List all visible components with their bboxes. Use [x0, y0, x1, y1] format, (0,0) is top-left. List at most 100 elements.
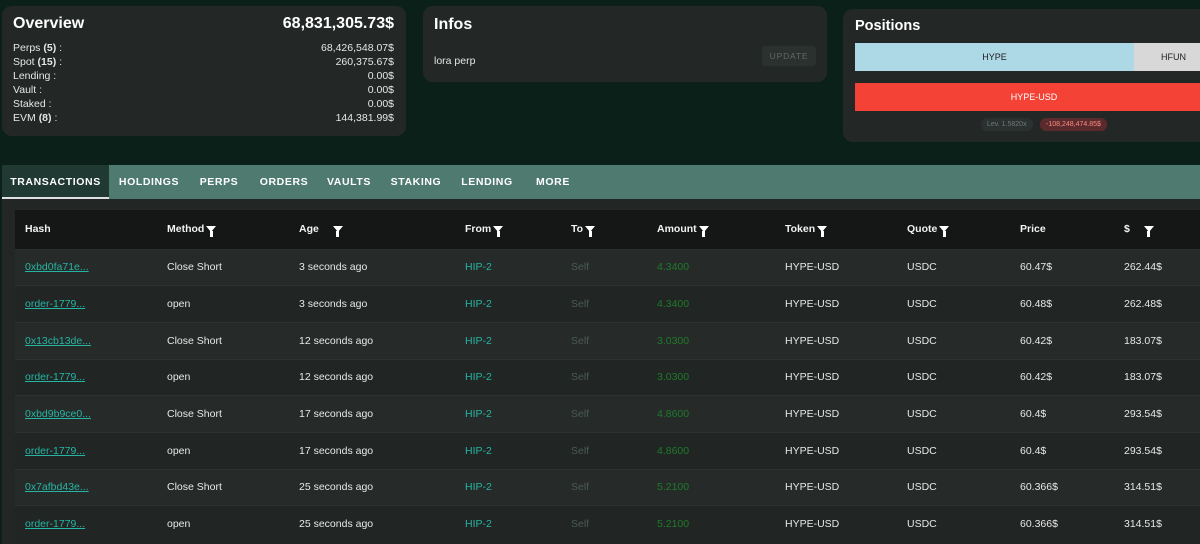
pnl-badge: -108,248,474.85$ [1040, 118, 1107, 131]
cell-price: 60.47$ [1020, 261, 1053, 274]
filter-icon[interactable] [585, 226, 596, 238]
cell-hash[interactable]: 0xbd9b9ce0... [15, 396, 167, 433]
overview-row-suffix: : [51, 112, 58, 124]
tab-transactions[interactable]: TRANSACTIONS [2, 165, 109, 199]
infos-description: lora perp [434, 55, 476, 67]
column-header-hash: Hash [25, 223, 51, 236]
column-header-amount: Amount [657, 210, 785, 249]
cell-amount: 3.0300 [657, 371, 690, 384]
column-header-usd: $ [1124, 210, 1200, 249]
tab-lending[interactable]: LENDING [453, 165, 521, 199]
cell-hash[interactable]: 0x7afbd43e... [15, 469, 167, 506]
position-tab-hfun[interactable]: HFUN [1134, 43, 1200, 71]
table-row[interactable]: order-1779... open 17 seconds ago HIP-2 Self… [15, 432, 1200, 470]
cell-from[interactable]: HIP-2 [465, 506, 571, 543]
table-row[interactable]: 0xbd9b9ce0... Close Short 17 seconds ago HI… [15, 395, 1200, 433]
overview-row-value: 0.00$ [367, 98, 394, 110]
cell-quote: USDC [907, 371, 937, 384]
cell-from[interactable]: HIP-2 [465, 469, 571, 506]
cell-from[interactable]: HIP-2 [465, 396, 571, 433]
cell-usd: 262.48$ [1124, 298, 1162, 311]
cell-from[interactable]: HIP-2 [465, 359, 571, 396]
table-header-row: Hash Method Age From To Amount Token Quo… [15, 210, 1200, 249]
cell-price: 60.366$ [1020, 518, 1058, 531]
position-tab-hype[interactable]: HYPE [855, 43, 1134, 71]
cell-method: Close Short [167, 481, 222, 494]
overview-row-label: EVM [13, 112, 36, 124]
cell-to: Self [571, 518, 590, 531]
cell-amount: 3.0300 [657, 334, 690, 347]
cell-token: HYPE-USD [785, 371, 840, 384]
tab-staking[interactable]: STAKING [379, 165, 453, 199]
overview-row-label: Staked : [13, 98, 52, 110]
filter-icon[interactable] [939, 226, 950, 238]
overview-row-evm: EVM (8) : 144,381.99$ [13, 111, 394, 125]
table-row[interactable]: order-1779... open 25 seconds ago HIP-2 Self… [15, 505, 1200, 543]
cell-hash[interactable]: 0xbd0fa71e... [15, 249, 167, 286]
cell-to: Self [571, 334, 590, 347]
overview-row-value: 144,381.99$ [335, 112, 394, 124]
cell-method: open [167, 371, 191, 384]
tab-vaults[interactable]: VAULTS [319, 165, 379, 199]
cell-price: 60.4$ [1020, 408, 1047, 421]
position-bar-hype-usd[interactable]: HYPE-USD [855, 83, 1200, 111]
filter-icon[interactable] [332, 226, 343, 238]
overview-row-lending: Lending : 0.00$ [13, 69, 394, 83]
overview-row-staked: Staked : 0.00$ [13, 97, 394, 111]
cell-to: Self [571, 371, 590, 384]
cell-age: 25 seconds ago [299, 481, 374, 494]
cell-method: Close Short [167, 334, 222, 347]
tab-orders[interactable]: ORDERS [249, 165, 319, 199]
cell-hash[interactable]: order-1779... [15, 506, 167, 543]
filter-icon[interactable] [817, 226, 828, 238]
cell-from[interactable]: HIP-2 [465, 249, 571, 286]
cell-method: open [167, 444, 191, 457]
overview-row-perps: Perps (5) : 68,426,548.07$ [13, 41, 394, 55]
table-row[interactable]: order-1779... open 12 seconds ago HIP-2 Self… [15, 359, 1200, 396]
cell-usd: 314.51$ [1124, 518, 1162, 531]
table-row[interactable]: 0x7afbd43e... Close Short 25 seconds ago HI… [15, 469, 1200, 506]
positions-title: Positions [855, 18, 921, 34]
filter-icon[interactable] [1143, 226, 1154, 238]
cell-hash[interactable]: order-1779... [15, 286, 167, 323]
overview-row-suffix: : [56, 56, 63, 68]
cell-from[interactable]: HIP-2 [465, 286, 571, 323]
cell-age: 12 seconds ago [299, 334, 374, 347]
table-row[interactable]: 0x13cb13de... Close Short 12 seconds ago HI… [15, 322, 1200, 360]
transactions-table: Hash Method Age From To Amount Token Quo… [15, 210, 1200, 543]
cell-hash[interactable]: order-1779... [15, 359, 167, 396]
positions-card: Positions HYPE HFUN HYPE-USD Lev. 1.5820… [843, 9, 1200, 142]
filter-icon[interactable] [493, 226, 504, 238]
cell-token: HYPE-USD [785, 298, 840, 311]
cell-hash[interactable]: 0x13cb13de... [15, 322, 167, 359]
tab-more[interactable]: MORE [525, 165, 581, 199]
update-button[interactable]: UPDATE [762, 46, 816, 66]
cell-from[interactable]: HIP-2 [465, 322, 571, 359]
cell-usd: 293.54$ [1124, 444, 1162, 457]
cell-price: 60.42$ [1020, 334, 1053, 347]
tab-perps[interactable]: PERPS [189, 165, 249, 199]
column-header-price: Price [1020, 223, 1046, 236]
cell-from[interactable]: HIP-2 [465, 432, 571, 469]
cell-to: Self [571, 261, 590, 274]
cell-to: Self [571, 298, 590, 311]
column-header-method: Method [167, 210, 299, 249]
cell-hash[interactable]: order-1779... [15, 432, 167, 469]
overview-row-suffix: : [56, 42, 63, 54]
cell-method: Close Short [167, 408, 222, 421]
cell-quote: USDC [907, 334, 937, 347]
cell-to: Self [571, 444, 590, 457]
cell-age: 12 seconds ago [299, 371, 374, 384]
cell-method: open [167, 518, 191, 531]
overview-row-value: 0.00$ [367, 84, 394, 96]
tab-holdings[interactable]: HOLDINGS [109, 165, 189, 199]
cell-amount: 4.8600 [657, 444, 690, 457]
overview-row-value: 0.00$ [367, 70, 394, 82]
table-row[interactable]: 0xbd0fa71e... Close Short 3 seconds ago HIP… [15, 249, 1200, 286]
cell-price: 60.42$ [1020, 371, 1053, 384]
filter-icon[interactable] [206, 226, 217, 238]
table-row[interactable]: order-1779... open 3 seconds ago HIP-2 Self 4… [15, 285, 1200, 323]
cell-token: HYPE-USD [785, 444, 840, 457]
column-header-quote: Quote [907, 210, 1020, 249]
filter-icon[interactable] [698, 226, 709, 238]
